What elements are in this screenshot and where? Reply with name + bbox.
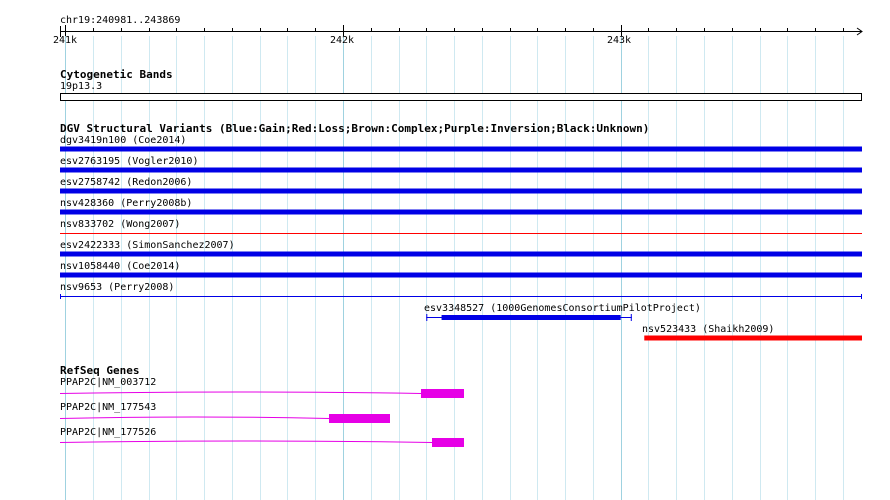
refseq-track-title[interactable]: RefSeq Genes xyxy=(60,364,139,377)
variant-bar xyxy=(60,251,862,257)
variant-label-dgv3419n100[interactable]: dgv3419n100 (Coe2014) xyxy=(60,135,186,147)
variant-label-nsv9653[interactable]: nsv9653 (Perry2008) xyxy=(60,282,174,294)
gene-intron xyxy=(59,440,433,443)
variant-bar xyxy=(60,146,862,152)
variant-bar xyxy=(60,188,862,194)
variant-label-esv2763195[interactable]: esv2763195 (Vogler2010) xyxy=(60,156,198,168)
variant-label-nsv833702[interactable]: nsv833702 (Wong2007) xyxy=(60,219,180,231)
gene-intron xyxy=(59,416,330,419)
variant-bar xyxy=(60,209,862,215)
gene-intron xyxy=(59,391,422,394)
cytoband-band xyxy=(60,93,862,101)
ruler-tick-label-243k: 243k xyxy=(607,35,632,46)
gene-exon xyxy=(421,389,464,398)
variant-label-esv2758742[interactable]: esv2758742 (Redon2006) xyxy=(60,177,192,189)
variant-bar xyxy=(644,335,862,341)
cytoband-track-title[interactable]: Cytogenetic Bands xyxy=(60,68,173,81)
variant-label-nsv1058440[interactable]: nsv1058440 (Coe2014) xyxy=(60,261,180,273)
gene-exon xyxy=(432,438,464,447)
dgv-track-title[interactable]: DGV Structural Variants (Blue:Gain;Red:L… xyxy=(60,122,649,135)
variant-bar xyxy=(60,167,862,173)
variant-bar xyxy=(441,315,621,320)
cytoband-label[interactable]: 19p13.3 xyxy=(60,81,102,93)
variant-label-nsv428360[interactable]: nsv428360 (Perry2008b) xyxy=(60,198,192,210)
variant-bar xyxy=(60,272,862,278)
gene-label-nm003712[interactable]: PPAP2C|NM_003712 xyxy=(60,377,156,389)
variant-label-esv3348527[interactable]: esv3348527 (1000GenomesConsortiumPilotPr… xyxy=(424,303,701,315)
gene-label-nm177526[interactable]: PPAP2C|NM_177526 xyxy=(60,427,156,439)
region-label: chr19:240981..243869 xyxy=(60,15,181,26)
gene-exon xyxy=(329,414,390,423)
ruler-tick-label-241k: 241k xyxy=(53,35,78,46)
gene-label-nm177543[interactable]: PPAP2C|NM_177543 xyxy=(60,402,156,414)
grid-lines xyxy=(65,36,844,500)
variant-label-esv2422333[interactable]: esv2422333 (SimonSanchez2007) xyxy=(60,240,235,252)
ruler-tick-label-242k: 242k xyxy=(330,35,355,46)
variant-label-nsv523433[interactable]: nsv523433 (Shaikh2009) xyxy=(642,324,774,336)
